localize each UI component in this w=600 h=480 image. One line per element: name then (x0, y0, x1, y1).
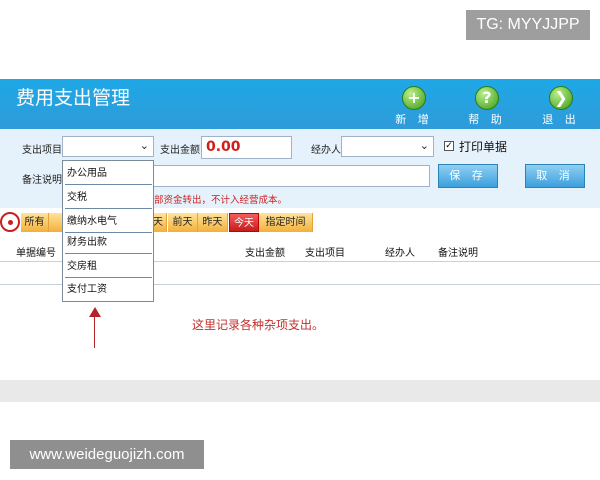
print-checkbox[interactable]: ✓ (444, 141, 454, 151)
help-button-label: 帮 助 (468, 113, 506, 126)
filter-yesterday[interactable]: 昨天 (198, 213, 228, 232)
col-category: 支出项目 (305, 248, 345, 259)
category-dropdown: 办公用品 交税 缴纳水电气 财务出款 交房租 支付工资 (62, 160, 154, 302)
option-salary[interactable]: 支付工资 (65, 279, 152, 301)
annotation-text: 这里记录各种杂项支出。 (192, 318, 325, 332)
filter-specified-time[interactable]: 指定时间 (259, 213, 313, 232)
add-button-label: 新 增 (395, 113, 433, 126)
status-bar (0, 380, 600, 402)
handler-label: 经办人 (311, 145, 341, 156)
option-utilities[interactable]: 缴纳水电气 (65, 211, 152, 233)
col-handler: 经办人 (385, 248, 415, 259)
filter-all-arrow (49, 213, 63, 232)
filter-all[interactable]: 所有 (21, 213, 49, 232)
plus-icon: + (402, 86, 426, 110)
option-office-supplies[interactable]: 办公用品 (65, 163, 152, 185)
chevron-down-icon: ⌄ (419, 139, 429, 152)
app-title: 费用支出管理 (16, 87, 131, 109)
filter-before-yesterday[interactable]: 前天 (168, 213, 198, 232)
amount-label: 支出金额 (160, 145, 200, 156)
option-finance-payout[interactable]: 财务出款 (65, 232, 152, 254)
category-label: 支出项目 (22, 145, 62, 156)
hint-text: 部资金转出，不计入经营成本。 (154, 195, 288, 206)
running-man-icon: ❯ (549, 86, 573, 110)
amount-input[interactable]: 0.00 (201, 136, 292, 159)
filter-today[interactable]: 今天 (229, 213, 259, 232)
help-button[interactable]: ? 帮 助 (467, 86, 507, 127)
col-bill-no: 单据编号 (16, 248, 56, 259)
question-icon: ? (475, 86, 499, 110)
print-label: 打印单据 (459, 140, 508, 154)
radio-icon[interactable] (0, 212, 20, 232)
arrow-up-icon (89, 307, 101, 317)
category-select[interactable]: ⌄ (62, 136, 154, 157)
col-remark: 备注说明 (438, 248, 478, 259)
arrow-line (94, 316, 95, 348)
screen: TG: MYYJJPP 费用支出管理 + 新 增 ? 帮 助 ❯ 退 出 支出项… (0, 0, 600, 480)
option-pay-tax[interactable]: 交税 (65, 187, 152, 209)
add-button[interactable]: + 新 增 (394, 86, 434, 127)
col-amount: 支出金额 (245, 248, 285, 259)
watermark-bottom: www.weideguojizh.com (10, 440, 204, 469)
exit-button-label: 退 出 (542, 113, 580, 126)
chevron-down-icon: ⌄ (139, 139, 149, 152)
watermark-top: TG: MYYJJPP (466, 10, 590, 40)
remark-label: 备注说明 (22, 175, 62, 186)
exit-button[interactable]: ❯ 退 出 (541, 86, 581, 127)
save-button[interactable]: 保 存 (438, 164, 498, 188)
app-header: 费用支出管理 + 新 增 ? 帮 助 ❯ 退 出 (0, 79, 600, 129)
option-rent[interactable]: 交房租 (65, 256, 152, 278)
cancel-button[interactable]: 取 消 (525, 164, 585, 188)
handler-select[interactable]: ⌄ (341, 136, 434, 157)
